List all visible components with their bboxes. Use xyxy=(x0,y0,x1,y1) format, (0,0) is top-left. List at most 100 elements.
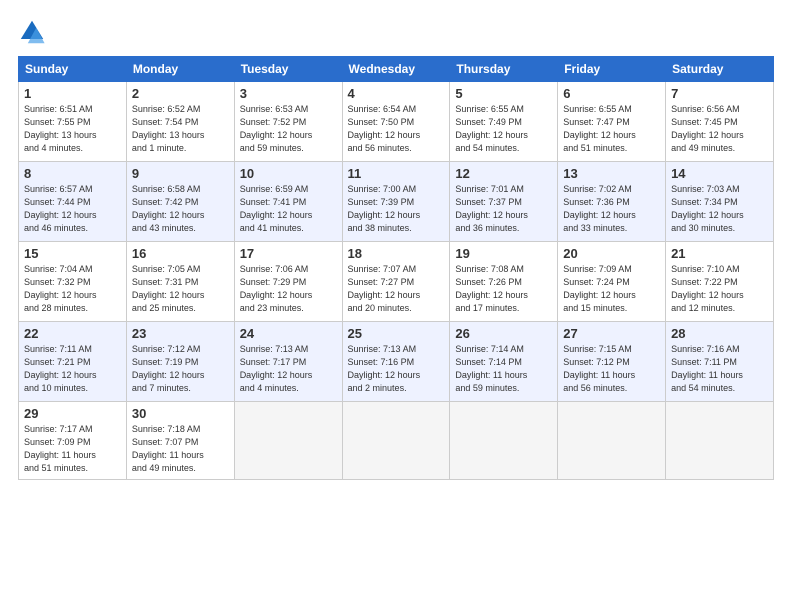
calendar-cell: 30 Sunrise: 7:18 AM Sunset: 7:07 PM Dayli… xyxy=(126,402,234,480)
calendar-cell xyxy=(342,402,450,480)
calendar-week-row: 15 Sunrise: 7:04 AM Sunset: 7:32 PM Dayli… xyxy=(19,242,774,322)
day-number: 1 xyxy=(24,86,121,101)
day-info: Sunrise: 7:08 AM Sunset: 7:26 PM Dayligh… xyxy=(455,263,552,315)
logo xyxy=(18,18,50,46)
day-number: 9 xyxy=(132,166,229,181)
day-info: Sunrise: 7:13 AM Sunset: 7:17 PM Dayligh… xyxy=(240,343,337,395)
day-info: Sunrise: 6:55 AM Sunset: 7:47 PM Dayligh… xyxy=(563,103,660,155)
day-info: Sunrise: 6:57 AM Sunset: 7:44 PM Dayligh… xyxy=(24,183,121,235)
calendar-table: SundayMondayTuesdayWednesdayThursdayFrid… xyxy=(18,56,774,480)
day-info: Sunrise: 7:11 AM Sunset: 7:21 PM Dayligh… xyxy=(24,343,121,395)
day-number: 16 xyxy=(132,246,229,261)
day-number: 14 xyxy=(671,166,768,181)
calendar-cell: 9 Sunrise: 6:58 AM Sunset: 7:42 PM Daylig… xyxy=(126,162,234,242)
day-number: 2 xyxy=(132,86,229,101)
day-number: 15 xyxy=(24,246,121,261)
calendar-cell: 16 Sunrise: 7:05 AM Sunset: 7:31 PM Dayli… xyxy=(126,242,234,322)
day-info: Sunrise: 6:54 AM Sunset: 7:50 PM Dayligh… xyxy=(348,103,445,155)
day-number: 21 xyxy=(671,246,768,261)
calendar-cell: 5 Sunrise: 6:55 AM Sunset: 7:49 PM Daylig… xyxy=(450,82,558,162)
calendar-cell: 20 Sunrise: 7:09 AM Sunset: 7:24 PM Dayli… xyxy=(558,242,666,322)
calendar-cell: 15 Sunrise: 7:04 AM Sunset: 7:32 PM Dayli… xyxy=(19,242,127,322)
day-number: 27 xyxy=(563,326,660,341)
calendar-cell: 1 Sunrise: 6:51 AM Sunset: 7:55 PM Daylig… xyxy=(19,82,127,162)
day-number: 6 xyxy=(563,86,660,101)
day-number: 25 xyxy=(348,326,445,341)
calendar-header-friday: Friday xyxy=(558,57,666,82)
calendar-cell: 4Sunrise: 6:54 AM Sunset: 7:50 PM Daylig… xyxy=(342,82,450,162)
calendar-cell: 24 Sunrise: 7:13 AM Sunset: 7:17 PM Dayli… xyxy=(234,322,342,402)
day-info: Sunrise: 7:10 AM Sunset: 7:22 PM Dayligh… xyxy=(671,263,768,315)
calendar-cell: 10Sunrise: 6:59 AM Sunset: 7:41 PM Dayli… xyxy=(234,162,342,242)
day-info: Sunrise: 7:09 AM Sunset: 7:24 PM Dayligh… xyxy=(563,263,660,315)
day-number: 3 xyxy=(240,86,337,101)
day-info: Sunrise: 6:56 AM Sunset: 7:45 PM Dayligh… xyxy=(671,103,768,155)
calendar-cell: 29 Sunrise: 7:17 AM Sunset: 7:09 PM Dayli… xyxy=(19,402,127,480)
calendar-header-saturday: Saturday xyxy=(666,57,774,82)
calendar-cell: 2 Sunrise: 6:52 AM Sunset: 7:54 PM Daylig… xyxy=(126,82,234,162)
calendar-cell: 27 Sunrise: 7:15 AM Sunset: 7:12 PM Dayli… xyxy=(558,322,666,402)
calendar-cell: 11 Sunrise: 7:00 AM Sunset: 7:39 PM Dayli… xyxy=(342,162,450,242)
day-info: Sunrise: 7:07 AM Sunset: 7:27 PM Dayligh… xyxy=(348,263,445,315)
day-info: Sunrise: 7:04 AM Sunset: 7:32 PM Dayligh… xyxy=(24,263,121,315)
day-info: Sunrise: 7:18 AM Sunset: 7:07 PM Dayligh… xyxy=(132,423,229,475)
calendar-header-thursday: Thursday xyxy=(450,57,558,82)
calendar-cell: 28Sunrise: 7:16 AM Sunset: 7:11 PM Dayli… xyxy=(666,322,774,402)
day-info: Sunrise: 7:14 AM Sunset: 7:14 PM Dayligh… xyxy=(455,343,552,395)
day-number: 17 xyxy=(240,246,337,261)
day-number: 30 xyxy=(132,406,229,421)
calendar-cell: 26 Sunrise: 7:14 AM Sunset: 7:14 PM Dayli… xyxy=(450,322,558,402)
calendar-header-monday: Monday xyxy=(126,57,234,82)
calendar-week-row: 8 Sunrise: 6:57 AM Sunset: 7:44 PM Daylig… xyxy=(19,162,774,242)
calendar-cell xyxy=(558,402,666,480)
calendar-cell xyxy=(450,402,558,480)
page: SundayMondayTuesdayWednesdayThursdayFrid… xyxy=(0,0,792,612)
day-info: Sunrise: 6:58 AM Sunset: 7:42 PM Dayligh… xyxy=(132,183,229,235)
calendar-cell: 3 Sunrise: 6:53 AM Sunset: 7:52 PM Daylig… xyxy=(234,82,342,162)
day-info: Sunrise: 7:05 AM Sunset: 7:31 PM Dayligh… xyxy=(132,263,229,315)
day-number: 7 xyxy=(671,86,768,101)
calendar-header-sunday: Sunday xyxy=(19,57,127,82)
calendar-cell xyxy=(234,402,342,480)
day-info: Sunrise: 6:52 AM Sunset: 7:54 PM Dayligh… xyxy=(132,103,229,155)
calendar-cell: 6 Sunrise: 6:55 AM Sunset: 7:47 PM Daylig… xyxy=(558,82,666,162)
logo-icon xyxy=(18,18,46,46)
day-info: Sunrise: 6:53 AM Sunset: 7:52 PM Dayligh… xyxy=(240,103,337,155)
day-info: Sunrise: 7:16 AM Sunset: 7:11 PM Dayligh… xyxy=(671,343,768,395)
day-number: 8 xyxy=(24,166,121,181)
day-number: 23 xyxy=(132,326,229,341)
day-number: 19 xyxy=(455,246,552,261)
day-info: Sunrise: 7:01 AM Sunset: 7:37 PM Dayligh… xyxy=(455,183,552,235)
calendar-header-wednesday: Wednesday xyxy=(342,57,450,82)
day-number: 12 xyxy=(455,166,552,181)
calendar-cell: 14Sunrise: 7:03 AM Sunset: 7:34 PM Dayli… xyxy=(666,162,774,242)
day-number: 29 xyxy=(24,406,121,421)
calendar-cell: 7 Sunrise: 6:56 AM Sunset: 7:45 PM Daylig… xyxy=(666,82,774,162)
day-number: 26 xyxy=(455,326,552,341)
day-info: Sunrise: 6:55 AM Sunset: 7:49 PM Dayligh… xyxy=(455,103,552,155)
day-info: Sunrise: 7:12 AM Sunset: 7:19 PM Dayligh… xyxy=(132,343,229,395)
day-info: Sunrise: 7:15 AM Sunset: 7:12 PM Dayligh… xyxy=(563,343,660,395)
calendar-cell: 22 Sunrise: 7:11 AM Sunset: 7:21 PM Dayli… xyxy=(19,322,127,402)
day-number: 5 xyxy=(455,86,552,101)
calendar-cell: 23 Sunrise: 7:12 AM Sunset: 7:19 PM Dayli… xyxy=(126,322,234,402)
day-info: Sunrise: 7:00 AM Sunset: 7:39 PM Dayligh… xyxy=(348,183,445,235)
calendar-cell: 18 Sunrise: 7:07 AM Sunset: 7:27 PM Dayli… xyxy=(342,242,450,322)
day-number: 13 xyxy=(563,166,660,181)
day-info: Sunrise: 7:17 AM Sunset: 7:09 PM Dayligh… xyxy=(24,423,121,475)
calendar-cell: 25 Sunrise: 7:13 AM Sunset: 7:16 PM Dayli… xyxy=(342,322,450,402)
day-info: Sunrise: 7:13 AM Sunset: 7:16 PM Dayligh… xyxy=(348,343,445,395)
calendar-week-row: 29 Sunrise: 7:17 AM Sunset: 7:09 PM Dayli… xyxy=(19,402,774,480)
calendar-cell: 8 Sunrise: 6:57 AM Sunset: 7:44 PM Daylig… xyxy=(19,162,127,242)
day-number: 20 xyxy=(563,246,660,261)
day-number: 22 xyxy=(24,326,121,341)
calendar-cell xyxy=(666,402,774,480)
calendar-header-tuesday: Tuesday xyxy=(234,57,342,82)
day-number: 10 xyxy=(240,166,337,181)
day-number: 11 xyxy=(348,166,445,181)
day-info: Sunrise: 6:51 AM Sunset: 7:55 PM Dayligh… xyxy=(24,103,121,155)
calendar-cell: 19 Sunrise: 7:08 AM Sunset: 7:26 PM Dayli… xyxy=(450,242,558,322)
calendar-cell: 21 Sunrise: 7:10 AM Sunset: 7:22 PM Dayli… xyxy=(666,242,774,322)
day-number: 18 xyxy=(348,246,445,261)
day-number: 24 xyxy=(240,326,337,341)
